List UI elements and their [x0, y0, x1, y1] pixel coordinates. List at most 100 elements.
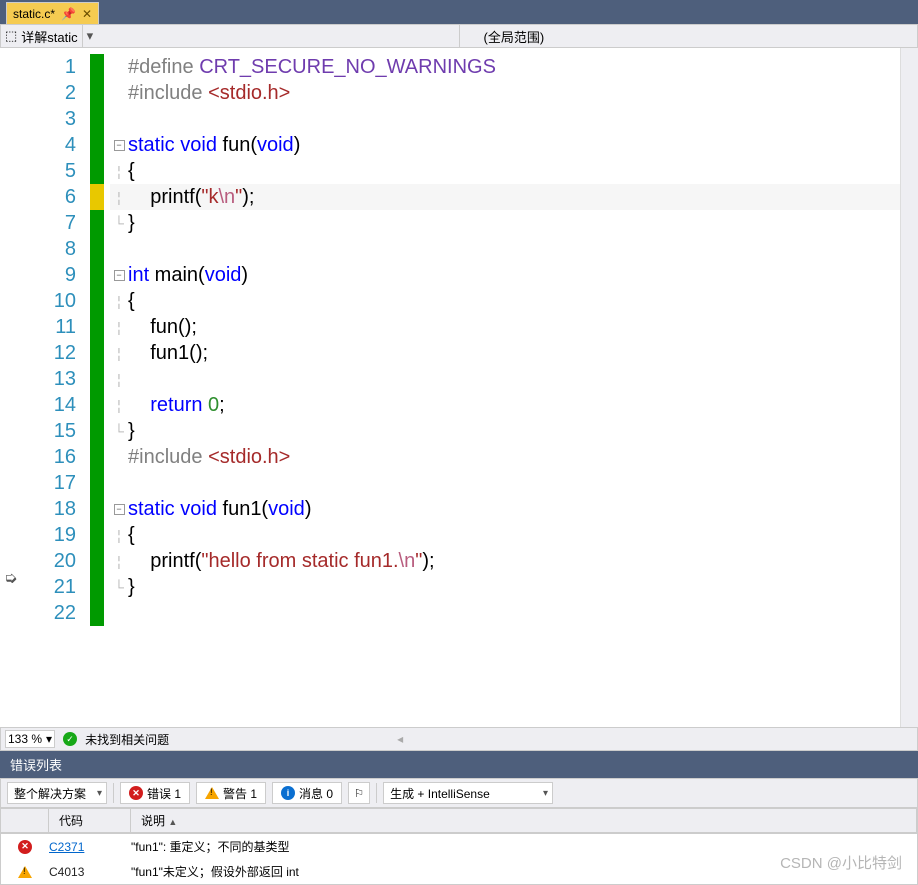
code-text[interactable]: { [128, 290, 135, 313]
scope-right-dropdown[interactable]: (全局范围) [459, 25, 918, 47]
code-text[interactable]: fun(); [128, 316, 197, 339]
code-text[interactable]: #include <stdio.h> [128, 82, 290, 105]
col-icon[interactable] [1, 809, 49, 832]
code-text[interactable]: } [128, 212, 135, 235]
code-line[interactable]: └} [110, 574, 900, 600]
gutter-line: 13 [0, 366, 110, 392]
code-line[interactable]: ¦{ [110, 522, 900, 548]
code-line[interactable]: −int main(void) [110, 262, 900, 288]
gutter: 12345678910111213141516171819202122 [0, 48, 110, 727]
pin-icon[interactable]: 📌 [61, 7, 76, 21]
file-tab-label: static.c* [13, 7, 55, 21]
gutter-line: 1 [0, 54, 110, 80]
gutter-line: 3 [0, 106, 110, 132]
gutter-line: 22 [0, 600, 110, 626]
warnings-count: 警告 1 [223, 785, 257, 802]
code-line[interactable] [110, 470, 900, 496]
sort-asc-icon: ▲ [168, 817, 177, 827]
code-text[interactable]: #include <stdio.h> [128, 446, 290, 469]
gutter-line: 5 [0, 158, 110, 184]
error-source-combo[interactable]: 生成 + IntelliSense [383, 782, 553, 804]
warning-icon [18, 866, 32, 878]
code-text[interactable]: fun1(); [128, 342, 208, 365]
errors-count: 错误 1 [147, 785, 181, 802]
outline-arrow-icon: ➭ [4, 568, 17, 588]
gutter-line: 10 [0, 288, 110, 314]
errors-button[interactable]: ✕ 错误 1 [120, 782, 190, 804]
code-line[interactable]: ¦ printf("k\n"); [110, 184, 900, 210]
code-line[interactable]: ¦ fun1(); [110, 340, 900, 366]
code-line[interactable]: ¦ return 0; [110, 392, 900, 418]
gutter-line: 11 [0, 314, 110, 340]
separator [376, 783, 377, 803]
code-line[interactable] [110, 106, 900, 132]
fold-toggle[interactable]: − [114, 140, 125, 151]
chevron-down-icon[interactable]: ▾ [82, 25, 98, 47]
code-text[interactable]: } [128, 420, 135, 443]
gutter-line: 12 [0, 340, 110, 366]
error-list-title: 错误列表 [10, 758, 62, 773]
code-line[interactable]: #include <stdio.h> [110, 80, 900, 106]
check-icon: ✓ [63, 732, 77, 746]
code-text[interactable]: return 0; [128, 394, 225, 417]
code-line[interactable]: └} [110, 418, 900, 444]
no-issues-label: 未找到相关问题 [85, 731, 169, 748]
separator [113, 783, 114, 803]
code-text[interactable]: { [128, 524, 135, 547]
col-code[interactable]: 代码 [49, 809, 131, 832]
error-desc: "fun1"未定义；假设外部返回 int [131, 863, 917, 880]
code-text[interactable]: printf("hello from static fun1.\n"); [128, 550, 435, 573]
gutter-line: 7 [0, 210, 110, 236]
fold-toggle[interactable]: − [114, 504, 125, 515]
code-text[interactable]: int main(void) [128, 264, 248, 287]
code-text[interactable]: { [128, 160, 135, 183]
code-line[interactable]: ¦{ [110, 158, 900, 184]
scope-left-dropdown[interactable]: ⬚ 详解static ▾ [1, 25, 459, 47]
code-line[interactable]: ¦{ [110, 288, 900, 314]
messages-count: 消息 0 [299, 785, 333, 802]
code-line[interactable] [110, 236, 900, 262]
scrollbar[interactable] [900, 48, 918, 727]
nav-arrow-icon[interactable]: ◂ [397, 732, 403, 746]
code-line[interactable]: └} [110, 210, 900, 236]
file-tab[interactable]: static.c* 📌 ✕ [6, 2, 99, 24]
zoom-select[interactable]: 133 % ▾ [5, 730, 55, 748]
error-code[interactable]: C2371 [49, 840, 131, 854]
fold-toggle[interactable]: − [114, 270, 125, 281]
error-row[interactable]: ✕C2371"fun1": 重定义；不同的基类型 [1, 834, 917, 859]
code-line[interactable] [110, 600, 900, 626]
error-row[interactable]: C4013"fun1"未定义；假设外部返回 int [1, 859, 917, 884]
code-line[interactable]: ¦ printf("hello from static fun1.\n"); [110, 548, 900, 574]
close-icon[interactable]: ✕ [82, 7, 92, 21]
scope-bar: ⬚ 详解static ▾ (全局范围) [0, 24, 918, 48]
code-line[interactable]: #define CRT_SECURE_NO_WARNINGS [110, 54, 900, 80]
messages-button[interactable]: i 消息 0 [272, 782, 342, 804]
gutter-line: 14 [0, 392, 110, 418]
gutter-line: 8 [0, 236, 110, 262]
scope-right-label: (全局范围) [464, 27, 545, 46]
code-text[interactable]: printf("k\n"); [128, 186, 254, 209]
code-text[interactable]: static void fun1(void) [128, 498, 311, 521]
error-list-body: ✕C2371"fun1": 重定义；不同的基类型C4013"fun1"未定义；假… [0, 833, 918, 885]
filter-button[interactable]: ⚐ [348, 782, 370, 804]
error-list-columns: 代码 说明 ▲ [0, 808, 918, 833]
col-desc[interactable]: 说明 ▲ [131, 809, 917, 832]
code-line[interactable]: −static void fun1(void) [110, 496, 900, 522]
code-line[interactable]: ¦ fun(); [110, 314, 900, 340]
error-source-label: 生成 + IntelliSense [390, 785, 490, 802]
error-scope-combo[interactable]: 整个解决方案 [7, 782, 107, 804]
code-text[interactable]: static void fun(void) [128, 134, 300, 157]
code-text[interactable]: #define CRT_SECURE_NO_WARNINGS [128, 56, 496, 79]
error-list-toolbar: 整个解决方案 ✕ 错误 1 警告 1 i 消息 0 ⚐ 生成 + Intelli… [0, 778, 918, 808]
code-line[interactable]: #include <stdio.h> [110, 444, 900, 470]
status-bar: 133 % ▾ ✓ 未找到相关问题 ◂ [0, 727, 918, 751]
chevron-down-icon[interactable]: ▾ [46, 732, 52, 746]
error-icon: ✕ [18, 840, 32, 854]
code-line[interactable]: −static void fun(void) [110, 132, 900, 158]
warnings-button[interactable]: 警告 1 [196, 782, 266, 804]
code-editor[interactable]: ➭ 12345678910111213141516171819202122 #d… [0, 48, 918, 727]
gutter-line: 2 [0, 80, 110, 106]
code-area[interactable]: #define CRT_SECURE_NO_WARNINGS #include <… [110, 48, 900, 727]
code-text[interactable]: } [128, 576, 135, 599]
code-line[interactable]: ¦ [110, 366, 900, 392]
